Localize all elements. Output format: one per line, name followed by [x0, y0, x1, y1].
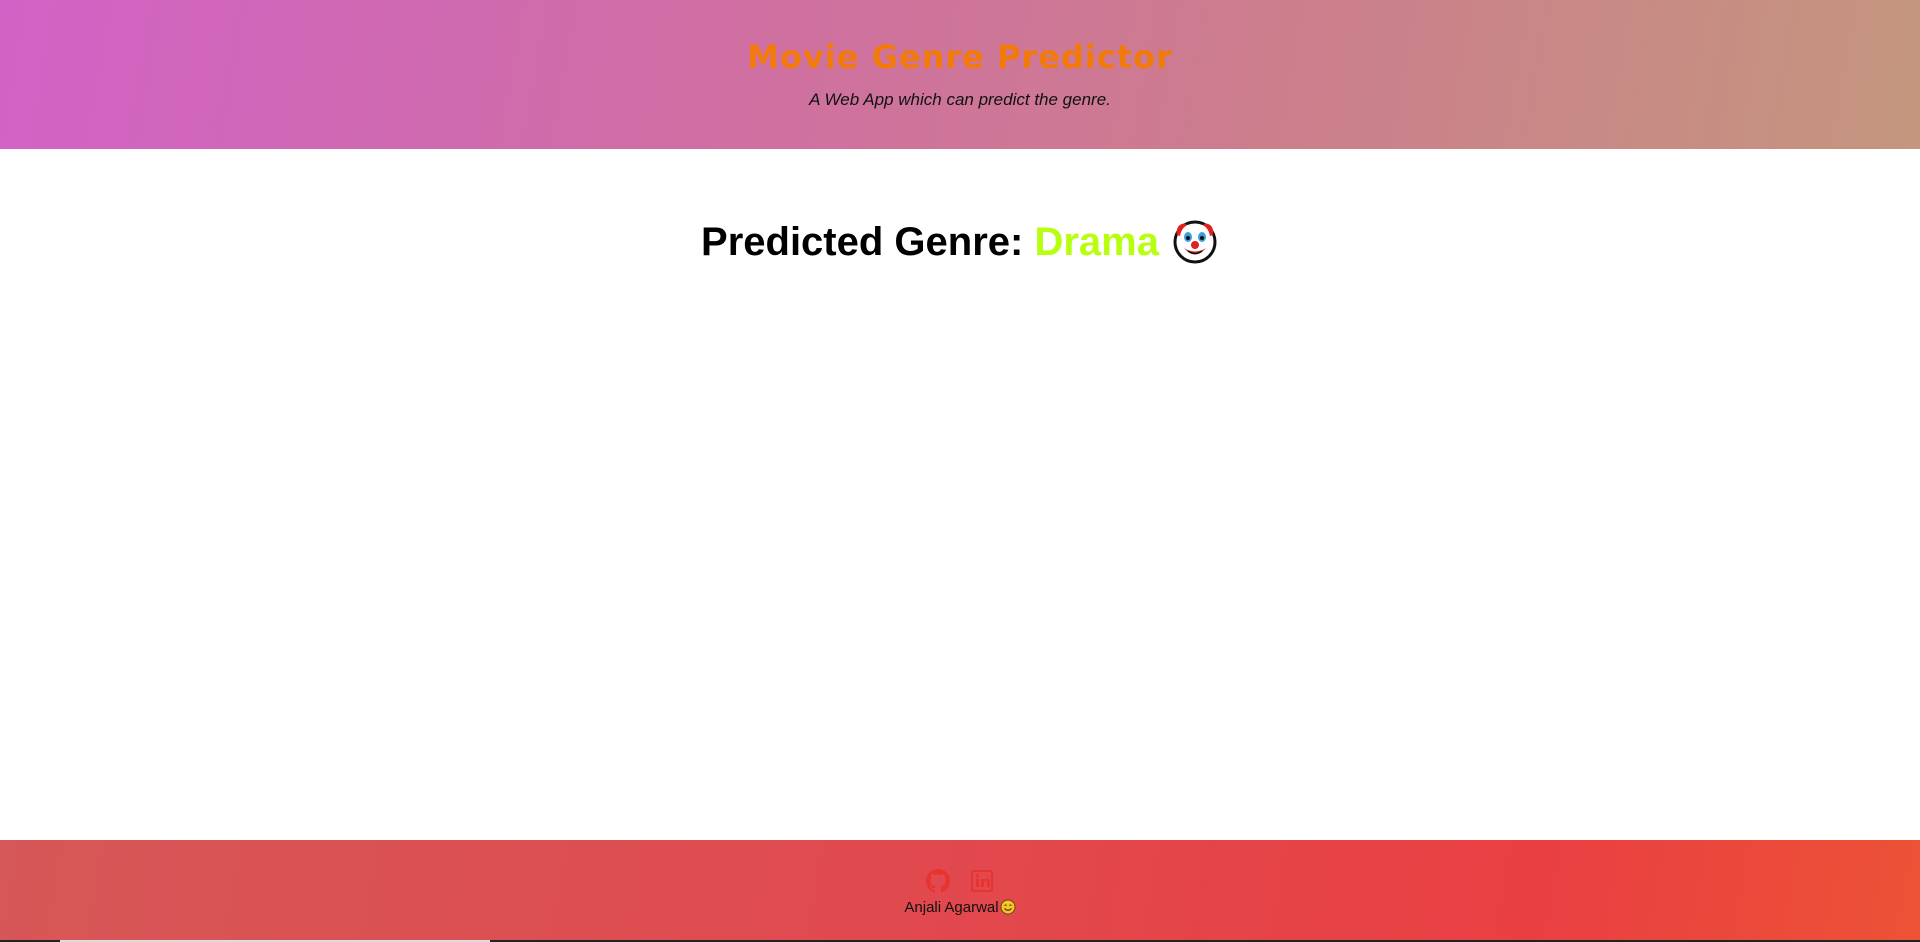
author-credit: Anjali Agarwal [0, 899, 1920, 916]
site-subtitle: A Web App which can predict the genre. [809, 90, 1111, 109]
prediction-heading: Predicted Genre: Drama [0, 217, 1920, 265]
social-links [0, 869, 1920, 893]
github-link[interactable] [926, 869, 950, 893]
linkedin-icon [971, 870, 993, 892]
prediction-label: Predicted Genre: [701, 220, 1035, 264]
page: Movie Genre Predictor A Web App which ca… [0, 0, 1920, 942]
header-banner: Movie Genre Predictor A Web App which ca… [0, 0, 1920, 149]
site-title: Movie Genre Predictor [747, 38, 1173, 76]
smiling-face-icon [1000, 899, 1016, 915]
result-section: Predicted Genre: Drama [0, 149, 1920, 840]
linkedin-link[interactable] [970, 869, 994, 893]
footer: Anjali Agarwal [0, 840, 1920, 942]
clown-face-icon [1173, 220, 1217, 264]
github-icon [926, 869, 950, 893]
predicted-genre: Drama [1034, 220, 1159, 264]
author-name: Anjali Agarwal [904, 899, 999, 916]
